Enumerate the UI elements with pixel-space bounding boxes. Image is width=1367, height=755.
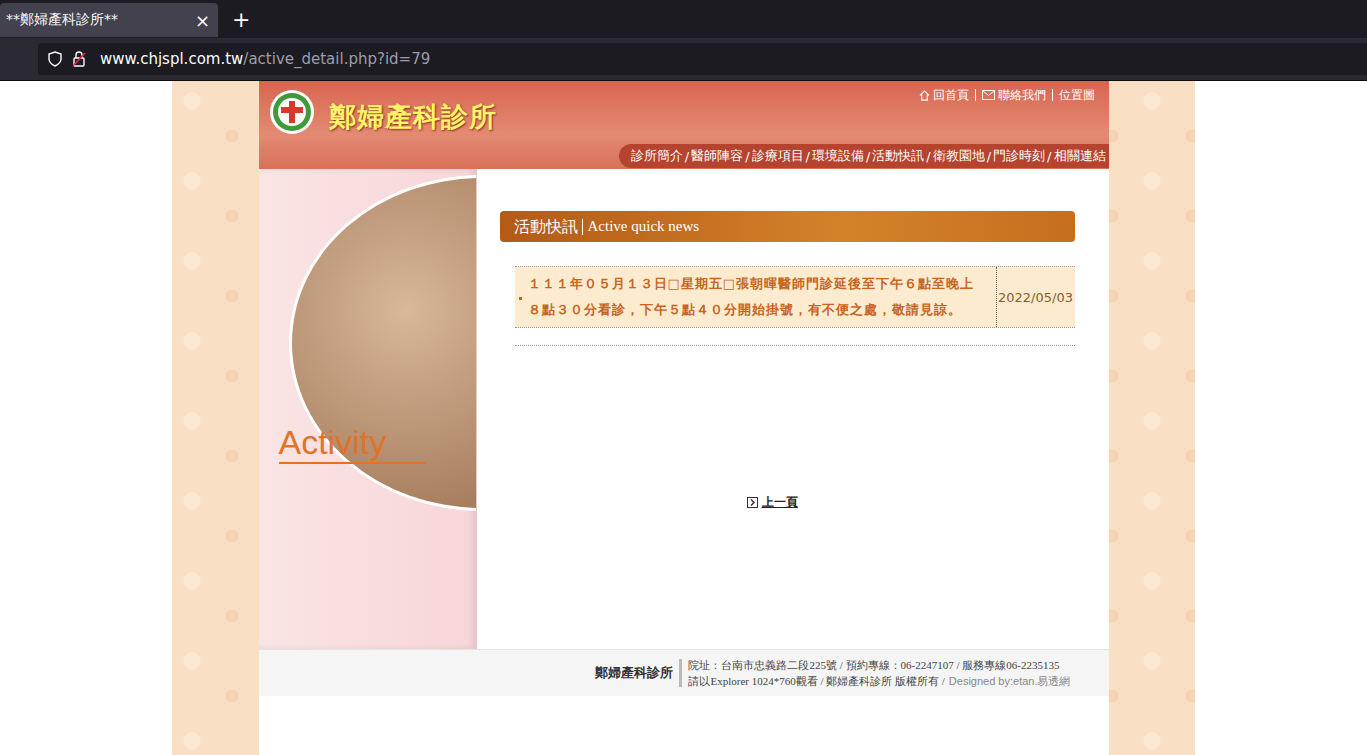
nav-item[interactable]: 相關連結 [1054, 147, 1106, 165]
nav-item[interactable]: 衛教園地 [933, 147, 985, 165]
sidebar: Activity [259, 169, 477, 649]
nav-separator: / [806, 149, 810, 164]
top-link[interactable]: 位置圖 [1052, 89, 1101, 101]
site: 鄭婦產科診所回首頁聯絡我們位置圖診所簡介/醫師陣容/診療項目/環境設備/活動快訊… [259, 81, 1109, 755]
divider [515, 328, 1075, 346]
footer-address: 院址：台南市忠義路二段225號 / 預約專線：06-2247107 / 服務專線… [688, 657, 1070, 673]
footer-notice: 請以Explorer 1024*760觀看 / 鄭婦產科診所 版權所有 /Des… [688, 673, 1070, 689]
section-header: 活動快訊Active quick news [500, 211, 1075, 242]
news-row: １１１年０５月１３日□星期五□張朝暉醫師門診延後至下午６點至晚上８點３０分看診，… [515, 266, 1075, 328]
mail-icon [982, 90, 995, 100]
back-link[interactable]: 上一頁 [747, 494, 798, 511]
main-area: Activity 活動快訊Active quick news １１１年０５月１３日□… [259, 169, 1109, 649]
nav-separator: / [987, 149, 991, 164]
url-field[interactable]: www.chjspl.com.tw/active_detail.php?id=7… [38, 43, 1367, 75]
nav-item[interactable]: 門診時刻 [993, 147, 1045, 165]
nav-separator: / [685, 149, 689, 164]
top-link[interactable]: 聯絡我們 [975, 89, 1052, 101]
tab-close-button[interactable]: × [195, 10, 210, 31]
footer-credit[interactable]: Designed by:etan.易透網 [949, 673, 1071, 689]
site-header: 鄭婦產科診所回首頁聯絡我們位置圖診所簡介/醫師陣容/診療項目/環境設備/活動快訊… [259, 81, 1109, 169]
nav-item[interactable]: 環境設備 [812, 147, 864, 165]
insecure-lock-icon [72, 51, 86, 67]
browser-tab[interactable]: **鄭婦產科診所**× [0, 3, 218, 37]
arrow-right-icon [747, 497, 758, 508]
nav-separator: / [1047, 149, 1051, 164]
shield-icon [48, 51, 62, 67]
new-tab-button[interactable]: + [232, 7, 250, 32]
nav-separator: / [926, 149, 930, 164]
nav-item[interactable]: 醫師陣容 [691, 147, 743, 165]
site-name: 鄭婦產科診所 [329, 99, 497, 135]
brand[interactable]: 鄭婦產科診所 [269, 89, 497, 135]
address-bar: www.chjspl.com.tw/active_detail.php?id=7… [0, 38, 1367, 81]
nav-separator: / [745, 149, 749, 164]
bullet-icon [519, 297, 522, 300]
page-viewport: 鄭婦產科診所回首頁聯絡我們位置圖診所簡介/醫師陣容/診療項目/環境設備/活動快訊… [0, 81, 1367, 755]
logo-icon [269, 89, 315, 135]
news-link[interactable]: １１１年０５月１３日□星期五□張朝暉醫師門診延後至下午６點至晚上８點３０分看診，… [515, 267, 997, 327]
content: 活動快訊Active quick news １１１年０５月１３日□星期五□張朝暉醫… [477, 169, 1109, 649]
nav-item[interactable]: 診療項目 [752, 147, 804, 165]
top-links: 回首頁聯絡我們位置圖 [913, 89, 1101, 101]
news-list: １１１年０５月１３日□星期五□張朝暉醫師門診延後至下午６點至晚上８點３０分看診，… [515, 266, 1075, 346]
browser-window: **鄭婦產科診所**× + www.chjspl.com.tw/active_det… [0, 0, 1367, 755]
main-nav: 診所簡介/醫師陣容/診療項目/環境設備/活動快訊/衛教園地/門診時刻/相關連結 [619, 144, 1109, 168]
nav-item[interactable]: 活動快訊 [872, 147, 924, 165]
home-icon [919, 90, 930, 101]
news-date: 2022/05/03 [997, 267, 1075, 327]
sidebar-label: Activity [279, 423, 427, 464]
top-link[interactable]: 回首頁 [913, 89, 975, 101]
site-footer: 鄭婦產科診所院址：台南市忠義路二段225號 / 預約專線：06-2247107 … [259, 649, 1109, 696]
tab-bar: **鄭婦產科診所**× + [0, 0, 1367, 38]
footer-name: 鄭婦產科診所 [595, 659, 682, 687]
nav-item[interactable]: 診所簡介 [631, 147, 683, 165]
nav-separator: / [866, 149, 870, 164]
page-backdrop: 鄭婦產科診所回首頁聯絡我們位置圖診所簡介/醫師陣容/診療項目/環境設備/活動快訊… [172, 81, 1195, 755]
